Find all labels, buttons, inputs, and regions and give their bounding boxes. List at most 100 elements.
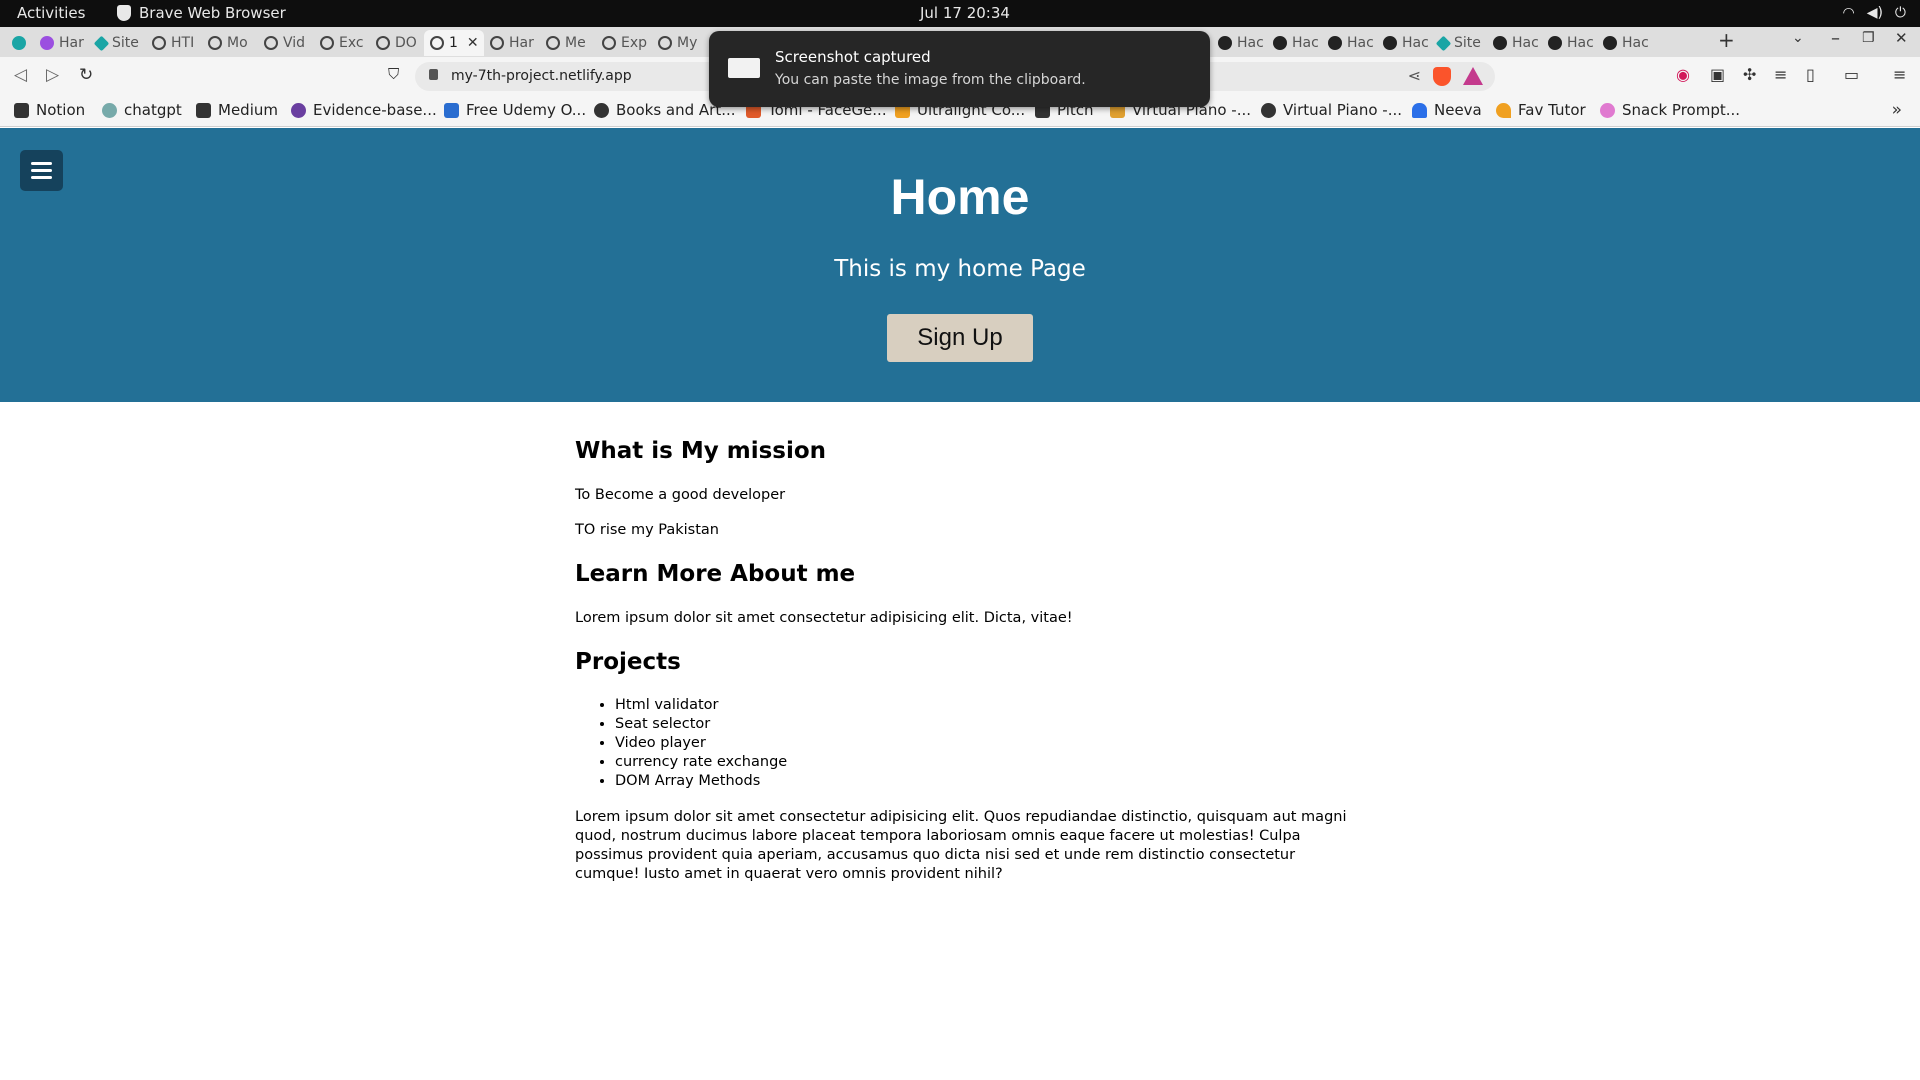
restore-icon[interactable]: ❐ [1862, 30, 1875, 46]
bookmark-item[interactable]: Fav Tutor [1496, 101, 1586, 119]
bookmark-item[interactable]: chatgpt [102, 101, 182, 119]
github-icon [1548, 36, 1562, 50]
tab[interactable]: Me [540, 30, 586, 56]
brave-shields-icon[interactable] [1433, 67, 1451, 86]
tab-label: Hac [1512, 35, 1539, 51]
neeva-icon [1412, 102, 1427, 118]
minimize-icon[interactable]: – [1831, 28, 1840, 49]
tab[interactable]: Hac [1377, 30, 1429, 56]
tab[interactable]: Hac [1597, 30, 1649, 56]
projects-text: Lorem ipsum dolor sit amet consectetur a… [575, 809, 1347, 882]
about-heading: Learn More About me [575, 561, 856, 587]
bookmark-item[interactable]: Medium [196, 101, 278, 119]
list-item: currency rate exchange [615, 753, 787, 772]
tab[interactable]: Hac [1212, 30, 1264, 56]
bookmark-item[interactable]: Evidence-base... [291, 101, 437, 119]
tab-label: Hac [1292, 35, 1319, 51]
tab[interactable]: Vid [258, 30, 305, 56]
screenshot-thumbnail [728, 58, 760, 78]
app-menu[interactable]: Brave Web Browser [117, 4, 286, 22]
bookmark-item[interactable]: Neeva [1412, 101, 1482, 119]
tab[interactable]: Exp [596, 30, 647, 56]
recorder-extension-icon[interactable]: ◉ [1676, 65, 1690, 84]
power-icon: ⏻ [1894, 5, 1906, 21]
tab[interactable]: DO [370, 30, 417, 56]
udemy-icon [444, 102, 459, 118]
clock[interactable]: Jul 17 20:34 [920, 4, 1010, 22]
tab-label: 1 [449, 35, 458, 51]
bookmark-item[interactable]: Notion [14, 101, 85, 119]
sidebar-icon[interactable]: ▯ [1806, 65, 1815, 84]
tab[interactable]: Har [484, 30, 534, 56]
bookmark-item[interactable]: Virtual Piano -... [1261, 101, 1402, 119]
bookmark-item[interactable]: Snack Prompt... [1600, 101, 1740, 119]
close-window-icon[interactable]: ✕ [1895, 29, 1908, 47]
system-tray[interactable]: ◠ ◀) ⏻ [1842, 5, 1906, 21]
url-text[interactable]: my-7th-project.netlify.app [451, 68, 632, 84]
puzzle-extensions-icon[interactable]: ✣ [1743, 65, 1756, 84]
more-bookmarks-icon[interactable]: » [1892, 100, 1902, 120]
tab[interactable]: Har [34, 30, 84, 56]
tab[interactable]: Exc [314, 30, 364, 56]
menu-icon[interactable]: ≡ [1893, 65, 1906, 84]
chatgpt-icon [12, 36, 26, 50]
tab-label: HTI [171, 35, 195, 51]
sign-up-button[interactable]: Sign Up [887, 314, 1033, 362]
brave-rewards-icon[interactable] [1463, 67, 1483, 85]
globe-icon [376, 36, 390, 50]
github-icon [1273, 36, 1287, 50]
tab-label: Me [565, 35, 586, 51]
piano-icon [1261, 102, 1276, 118]
bookmark-label: Evidence-base... [313, 101, 437, 119]
mission-line: To Become a good developer [575, 487, 786, 503]
bookmark-item[interactable]: Free Udemy O... [444, 101, 586, 119]
bookmark-label: Notion [36, 101, 86, 119]
tab[interactable]: Hac [1542, 30, 1594, 56]
reload-icon[interactable]: ↻ [79, 65, 93, 85]
back-icon[interactable]: ◁ [14, 65, 27, 85]
globe-icon [602, 36, 616, 50]
bookmark-label: Neeva [1434, 101, 1482, 119]
github-icon [1493, 36, 1507, 50]
globe-icon [152, 36, 166, 50]
bookmark-icon[interactable]: ⛉ [388, 65, 399, 83]
new-tab-icon[interactable]: + [1718, 28, 1735, 52]
tab[interactable]: My [652, 30, 697, 56]
page-title: Home [890, 169, 1030, 225]
tab[interactable]: Hac [1267, 30, 1319, 56]
bookmark-label: chatgpt [124, 101, 182, 119]
tab[interactable]: Site [90, 30, 139, 56]
forward-icon[interactable]: ▷ [46, 65, 59, 85]
globe-icon [546, 36, 560, 50]
playlist-icon[interactable]: ≡ [1774, 65, 1787, 84]
activities-button[interactable]: Activities [17, 4, 85, 22]
globe-icon [594, 102, 609, 118]
globe-icon [264, 36, 278, 50]
volume-icon: ◀) [1866, 5, 1883, 21]
tab[interactable]: Mo [202, 30, 248, 56]
hamburger-icon [31, 162, 52, 165]
tab-active[interactable]: 1 ✕ [424, 30, 484, 56]
app-name: Brave Web Browser [139, 4, 286, 22]
tab-pinned-chatgpt[interactable] [6, 30, 26, 56]
extension-icon[interactable]: ▣ [1710, 65, 1725, 84]
globe-icon [208, 36, 222, 50]
medium-icon [196, 102, 211, 118]
tab-label: Hac [1347, 35, 1374, 51]
close-tab-icon[interactable]: ✕ [467, 35, 479, 51]
screenshot-notification[interactable]: Screenshot captured You can paste the im… [709, 31, 1210, 107]
tab-favicon-icon [40, 36, 54, 50]
share-icon[interactable]: ⋖ [1408, 66, 1421, 85]
wallet-icon[interactable]: ▭ [1844, 65, 1859, 84]
tab[interactable]: Hac [1487, 30, 1539, 56]
github-icon [1603, 36, 1617, 50]
tab[interactable]: Site [1432, 30, 1481, 56]
tab-label: Har [59, 35, 84, 51]
bookmark-label: Virtual Piano -... [1283, 101, 1403, 119]
tab-search-icon[interactable]: ⌄ [1792, 30, 1804, 46]
tab[interactable]: Hac [1322, 30, 1374, 56]
tab[interactable]: HTI [146, 30, 194, 56]
bookmark-label: Snack Prompt... [1622, 101, 1741, 119]
globe-icon [320, 36, 334, 50]
tab-label: Hac [1567, 35, 1594, 51]
